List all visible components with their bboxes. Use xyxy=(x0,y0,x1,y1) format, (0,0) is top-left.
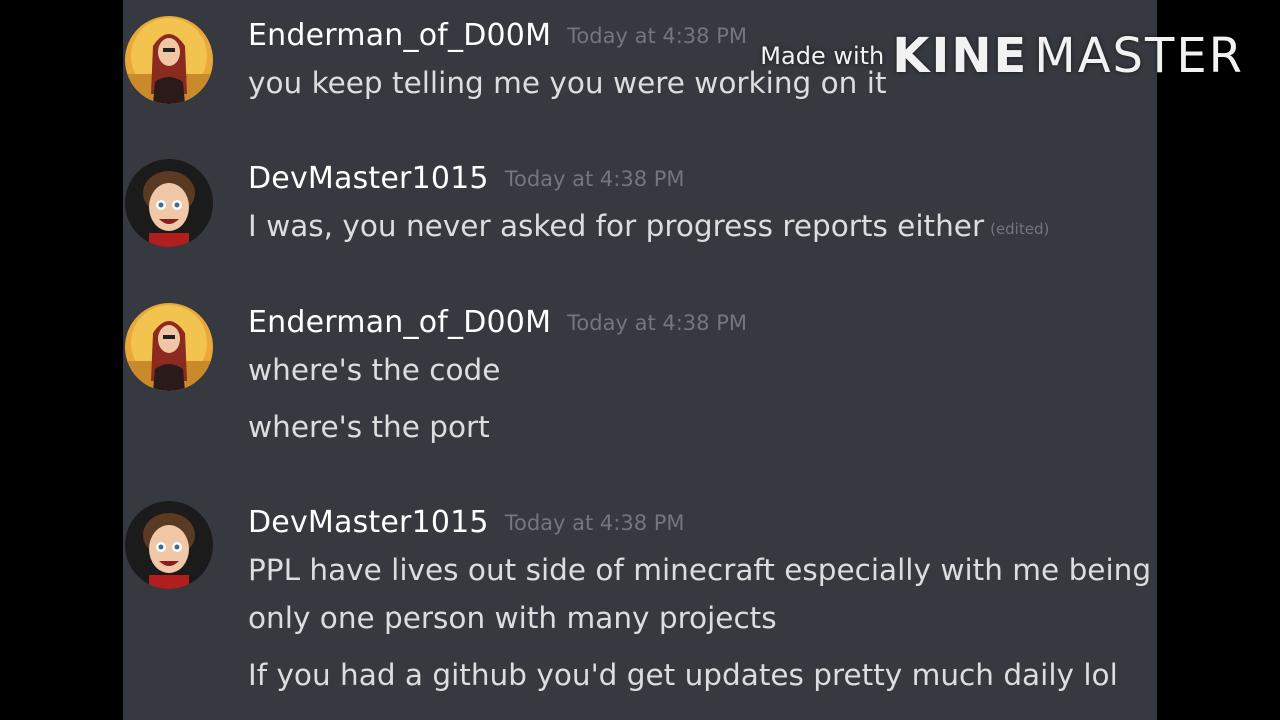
message-text: where's the code xyxy=(248,353,501,387)
username[interactable]: DevMaster1015 xyxy=(248,161,489,196)
message-text: I was, you never asked for progress repo… xyxy=(248,209,985,243)
message-text: only one person with many projects xyxy=(248,601,777,635)
edited-label: (edited) xyxy=(990,220,1050,238)
male-avatar-icon[interactable] xyxy=(125,159,213,247)
watermark-made-with: Made with xyxy=(760,42,885,70)
message-text: PPL have lives out side of minecraft esp… xyxy=(248,553,1152,587)
username[interactable]: DevMaster1015 xyxy=(248,505,489,540)
male-avatar-icon[interactable] xyxy=(125,501,213,589)
chat-message-list[interactable]: Enderman_of_D00M Today at 4:38 PM you kee… xyxy=(123,0,1157,720)
message-text: If you had a github you'd get updates pr… xyxy=(248,658,1118,692)
message-timestamp: Today at 4:38 PM xyxy=(504,511,685,535)
username[interactable]: Enderman_of_D00M xyxy=(248,305,551,340)
message-timestamp: Today at 4:38 PM xyxy=(567,24,747,48)
message-timestamp: Today at 4:38 PM xyxy=(567,311,747,335)
female-avatar-icon[interactable] xyxy=(125,16,213,104)
message-text: where's the port xyxy=(248,410,490,444)
watermark-kine: KINE xyxy=(892,28,1029,84)
video-frame: Enderman_of_D00M Today at 4:38 PM you kee… xyxy=(0,0,1280,720)
female-avatar-icon[interactable] xyxy=(125,303,213,391)
username[interactable]: Enderman_of_D00M xyxy=(248,18,551,53)
watermark-master: MASTER xyxy=(1034,28,1244,84)
message-timestamp: Today at 4:38 PM xyxy=(504,167,685,191)
kinemaster-watermark: Made with KINE MASTER xyxy=(760,28,1244,84)
